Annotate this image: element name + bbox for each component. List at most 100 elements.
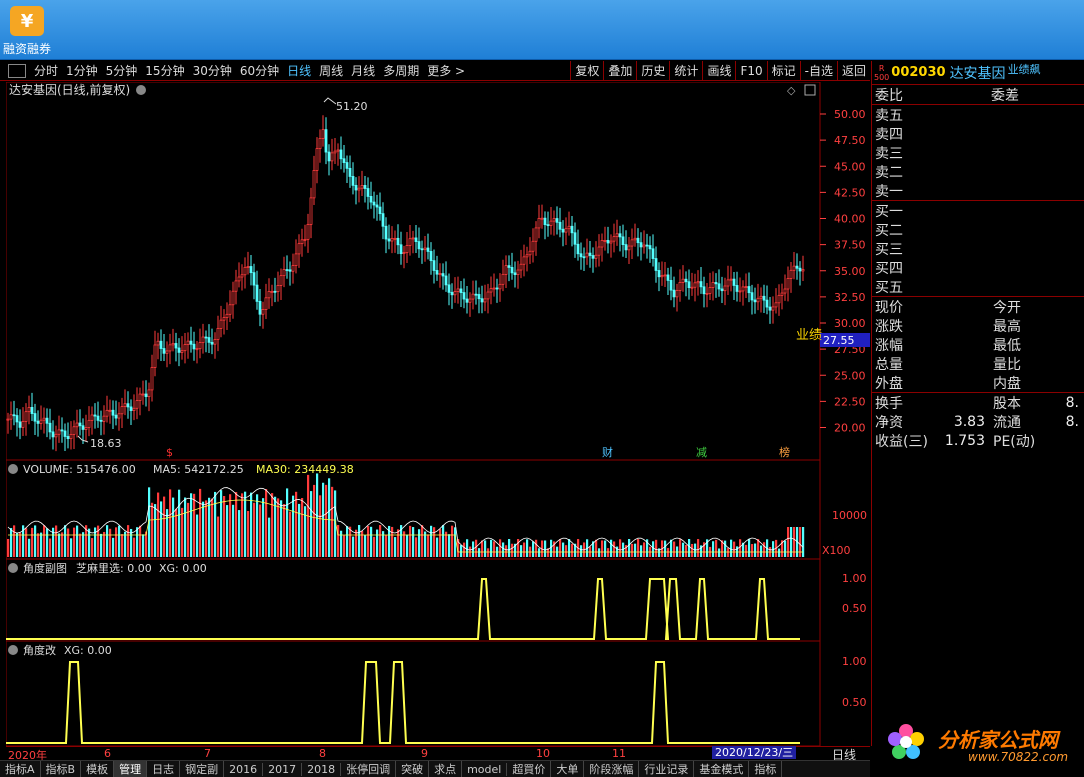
quote-field-label: 外盘 [875,375,903,392]
event-marker[interactable]: 财 [602,445,613,459]
toolbar-action-button[interactable]: F10 [736,61,766,81]
toolbar-toggle-box[interactable] [8,63,26,78]
bottom-tab[interactable]: 指标A [0,761,41,777]
bottom-tab[interactable]: 张停回调 [341,761,397,777]
period-tab[interactable]: 60分钟 [236,61,283,81]
candle-body [6,418,10,421]
chart-options-icon[interactable] [136,85,146,95]
quote-field-value: 8. [1065,394,1079,411]
margin-trading-icon[interactable]: ¥ [10,6,44,36]
toolbar-action-button[interactable]: 返回 [838,61,870,81]
candle-body [780,292,784,296]
event-marker[interactable]: 减 [696,446,707,459]
volume-bar [232,504,235,557]
volume-bar [673,541,676,557]
bottom-tab[interactable]: 指标B [41,761,82,777]
candle-body [246,266,250,268]
stock-code[interactable]: 002030 [891,65,945,80]
indicator1-signal-line [6,578,800,640]
diamond-icon[interactable]: ◇ [787,84,796,97]
bottom-tab[interactable]: 大单 [551,761,585,777]
quote-field-label: 内盘 [993,375,1021,392]
bottom-tab[interactable]: 钢定副 [180,761,225,777]
bottom-tab[interactable]: 基金模式 [694,761,750,777]
candle-body [357,187,361,191]
period-tab[interactable]: 15分钟 [141,61,188,81]
period-tab[interactable]: 5分钟 [102,61,142,81]
volume-bar [505,545,508,557]
volume-axis-label: 10000 [832,509,867,522]
bottom-tab[interactable]: 日志 [147,761,181,777]
volume-bar [376,529,379,557]
stock-name[interactable]: 达安基因 [950,63,1006,83]
bottom-tab[interactable]: 行业记录 [639,761,695,777]
indicator2-name: 角度改 [23,643,56,657]
candle-body [528,250,532,256]
indicator2-options-icon[interactable] [8,645,18,655]
period-tab[interactable]: 分时 [30,61,62,81]
candle-body [384,225,388,240]
volume-bar [544,540,547,557]
sell-levels: 卖五 卖四 卖三 卖二 卖一 [872,105,1084,201]
stock-badge: R 500 [874,63,890,82]
volume-bar [103,531,106,557]
bottom-tab[interactable]: 阶段涨幅 [584,761,640,777]
bottom-tab[interactable]: 指标 [749,761,783,777]
candlestick-series [6,115,805,452]
margin-trading-label[interactable]: 融资融券 [3,40,51,57]
event-marker[interactable]: 榜 [779,445,790,459]
toolbar-action-button[interactable]: 标记 [768,61,800,81]
toolbar-action-button[interactable]: 复权 [571,61,603,81]
period-tab[interactable]: 1分钟 [62,61,102,81]
candle-body [438,273,442,275]
indicator1-options-icon[interactable] [8,563,18,573]
toolbar-action-button[interactable]: 画线 [703,61,735,81]
toolbar-action-button[interactable]: 叠加 [604,61,636,81]
bottom-tab[interactable]: 管理 [114,761,148,777]
volume-bar [682,542,685,557]
bottom-tab[interactable]: 模板 [81,761,115,777]
period-tab[interactable]: 月线 [347,61,379,81]
candle-body [162,348,166,354]
period-tab[interactable]: 周线 [315,61,347,81]
volume-bar [460,545,463,557]
volume-bar [628,539,631,557]
candle-body [237,276,241,282]
volume-bar [448,534,451,557]
bottom-tab[interactable]: 求点 [429,761,463,777]
toolbar-action-button[interactable]: 统计 [670,61,702,81]
toolbar-action-button[interactable]: 历史 [637,61,669,81]
volume-bar [196,514,199,557]
bottom-tab[interactable]: 2018 [302,762,342,776]
candle-body [504,265,508,275]
volume-bar [220,490,223,557]
bottom-tab[interactable]: 超買价 [507,761,552,777]
volume-bar [136,527,139,557]
candle-body [612,236,616,242]
event-marker[interactable]: $ [166,446,173,459]
volume-bar [121,534,124,557]
period-tab[interactable]: 多周期 [379,61,423,81]
candle-body [699,281,703,288]
volume-options-icon[interactable] [8,464,18,474]
kline-chart-area[interactable]: 达安基因(日线,前复权) ◇ 50.00 47.50 45.00 42.50 40.00… [6,82,870,746]
period-tab[interactable]: 更多 > [423,61,469,81]
candle-body [783,288,787,294]
candle-body [537,218,541,229]
toolbar-action-button[interactable]: -自选 [801,61,837,81]
volume-bar [355,529,358,557]
quote-row: 外盘 内盘 [872,373,1084,392]
bottom-tab[interactable]: 突破 [396,761,430,777]
order-level-label: 买三 [875,241,903,258]
candle-body [693,282,697,288]
window-toggle-icon[interactable] [804,84,816,96]
price-tick-label: 22.50 [834,395,866,408]
period-tab[interactable]: 日线 [283,61,315,81]
volume-bar [664,540,667,557]
bottom-tab[interactable]: model [462,762,508,776]
bottom-tab[interactable]: 2016 [224,762,264,776]
period-tab[interactable]: 30分钟 [189,61,236,81]
bottom-tab[interactable]: 2017 [263,762,303,776]
order-level-label: 卖二 [875,164,903,181]
volume-bar [283,504,286,557]
